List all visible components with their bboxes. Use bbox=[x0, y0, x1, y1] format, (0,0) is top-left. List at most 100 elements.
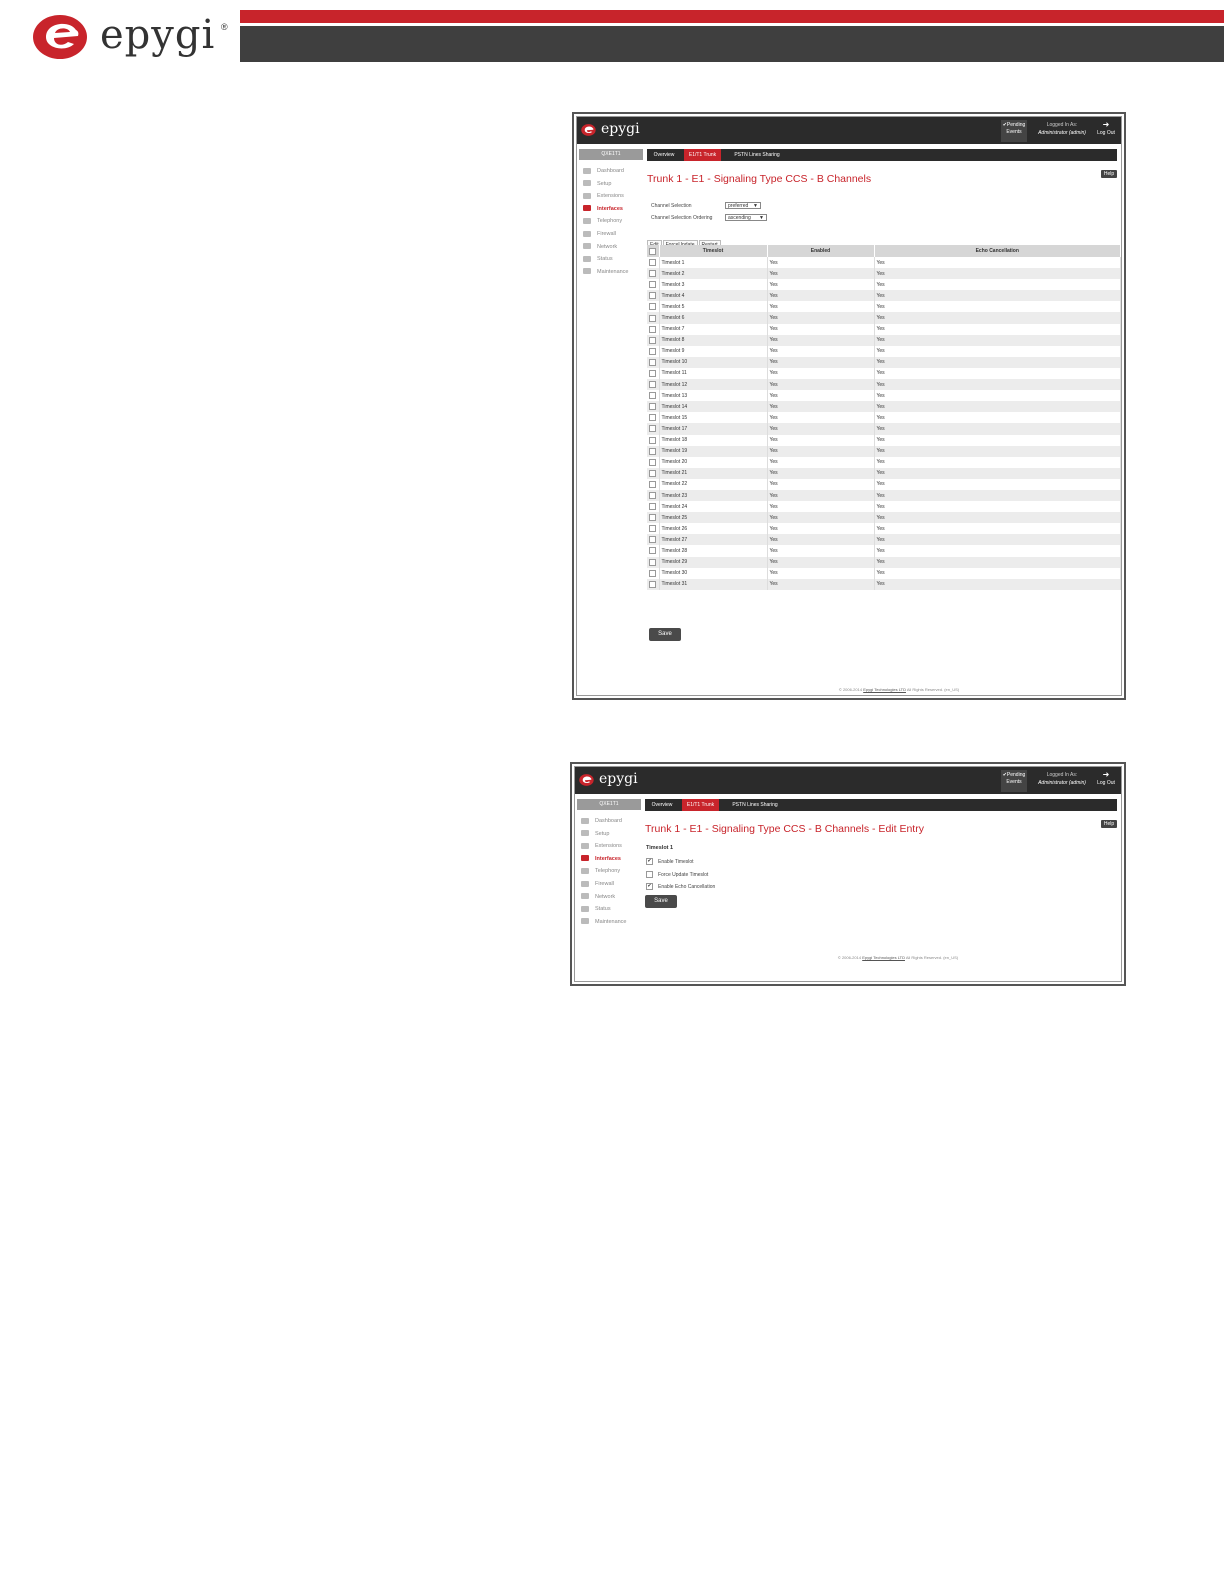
tab-pstn-lines-sharing[interactable]: PSTN Lines Sharing bbox=[725, 799, 785, 811]
help-button[interactable]: Help bbox=[1101, 170, 1117, 178]
sidebar-item-telephony[interactable]: Telephony bbox=[581, 865, 643, 878]
row-checkbox[interactable] bbox=[649, 325, 656, 333]
table-row[interactable]: Timeslot 28 Yes Yes bbox=[647, 545, 1121, 557]
sidebar-item-interfaces[interactable]: Interfaces bbox=[581, 853, 643, 866]
logout-button[interactable]: ➜ Log Out bbox=[1094, 120, 1118, 137]
table-row[interactable]: Timeslot 24 Yes Yes bbox=[647, 501, 1121, 513]
table-row[interactable]: Timeslot 23 Yes Yes bbox=[647, 489, 1121, 502]
row-checkbox[interactable] bbox=[649, 414, 656, 422]
enable-timeslot-checkbox[interactable]: ✔ bbox=[646, 858, 653, 865]
table-row[interactable]: Timeslot 15 Yes Yes bbox=[647, 412, 1121, 424]
table-row[interactable]: Timeslot 4 Yes Yes bbox=[647, 290, 1121, 302]
sidebar-item-extensions[interactable]: Extensions bbox=[583, 190, 645, 203]
sidebar-item-interfaces[interactable]: Interfaces bbox=[583, 203, 645, 216]
column-header-enabled[interactable]: Enabled bbox=[767, 245, 875, 257]
pending-events-button[interactable]: ✔Pending Events bbox=[1001, 120, 1027, 142]
select-all-checkbox[interactable] bbox=[649, 247, 657, 255]
row-checkbox[interactable] bbox=[649, 469, 656, 477]
row-checkbox[interactable] bbox=[649, 436, 656, 444]
tab-overview[interactable]: Overview bbox=[647, 799, 677, 811]
sidebar-item-setup[interactable]: Setup bbox=[581, 828, 643, 841]
logout-button[interactable]: ➜ Log Out bbox=[1094, 770, 1118, 787]
table-row[interactable]: Timeslot 3 Yes Yes bbox=[647, 279, 1121, 291]
row-checkbox[interactable] bbox=[649, 492, 656, 500]
sidebar-item-dashboard[interactable]: Dashboard bbox=[581, 815, 643, 828]
table-row[interactable]: Timeslot 12 Yes Yes bbox=[647, 379, 1121, 391]
column-header-echo-cancellation[interactable]: Echo Cancellation bbox=[874, 245, 1121, 257]
pending-events-button[interactable]: ✔Pending Events bbox=[1001, 770, 1027, 792]
table-row[interactable]: Timeslot 5 Yes Yes bbox=[647, 301, 1121, 313]
channel-selection-select[interactable]: preferred ▼ bbox=[725, 202, 761, 209]
sidebar-item-status[interactable]: Status bbox=[581, 903, 643, 916]
table-row[interactable]: Timeslot 22 Yes Yes bbox=[647, 478, 1121, 490]
force-update-timeslot-checkbox[interactable] bbox=[646, 871, 653, 878]
tab-pstn-lines-sharing[interactable]: PSTN Lines Sharing bbox=[727, 149, 787, 161]
sidebar-item-dashboard[interactable]: Dashboard bbox=[583, 165, 645, 178]
enable-timeslot-option[interactable]: ✔ Enable Timeslot bbox=[646, 858, 694, 865]
enable-echo-cancellation-checkbox[interactable]: ✔ bbox=[646, 883, 653, 890]
sidebar-item-maintenance[interactable]: Maintenance bbox=[581, 916, 643, 929]
table-row[interactable]: Timeslot 20 Yes Yes bbox=[647, 456, 1121, 468]
row-checkbox[interactable] bbox=[649, 403, 656, 411]
row-checkbox[interactable] bbox=[649, 558, 656, 566]
sidebar-item-telephony[interactable]: Telephony bbox=[583, 215, 645, 228]
column-header-timeslot[interactable]: Timeslot bbox=[659, 245, 768, 257]
help-button[interactable]: Help bbox=[1101, 820, 1117, 828]
table-row[interactable]: Timeslot 25 Yes Yes bbox=[647, 512, 1121, 524]
tab-e1t1-trunk[interactable]: E1/T1 Trunk bbox=[684, 149, 721, 161]
row-checkbox[interactable] bbox=[649, 358, 656, 366]
row-checkbox[interactable] bbox=[649, 292, 656, 300]
channel-ordering-select[interactable]: ascending ▼ bbox=[725, 214, 767, 221]
row-checkbox[interactable] bbox=[649, 392, 656, 400]
table-row[interactable]: Timeslot 14 Yes Yes bbox=[647, 401, 1121, 413]
table-row[interactable]: Timeslot 9 Yes Yes bbox=[647, 345, 1121, 357]
sidebar-item-setup[interactable]: Setup bbox=[583, 178, 645, 191]
save-button[interactable]: Save bbox=[645, 895, 677, 908]
enable-echo-cancellation-option[interactable]: ✔ Enable Echo Cancellation bbox=[646, 883, 715, 890]
sidebar-item-status[interactable]: Status bbox=[583, 253, 645, 266]
row-checkbox[interactable] bbox=[649, 514, 656, 522]
table-row[interactable]: Timeslot 26 Yes Yes bbox=[647, 523, 1121, 535]
row-checkbox[interactable] bbox=[649, 347, 656, 355]
table-row[interactable]: Timeslot 8 Yes Yes bbox=[647, 334, 1121, 346]
row-checkbox[interactable] bbox=[649, 270, 656, 278]
save-button[interactable]: Save bbox=[649, 628, 681, 641]
table-row[interactable]: Timeslot 2 Yes Yes bbox=[647, 268, 1121, 280]
footer-link[interactable]: Epygi Technologies LTD bbox=[862, 955, 905, 960]
table-row[interactable]: Timeslot 30 Yes Yes bbox=[647, 567, 1121, 579]
row-checkbox[interactable] bbox=[649, 314, 656, 322]
select-all-header[interactable] bbox=[647, 245, 660, 257]
row-checkbox[interactable] bbox=[649, 381, 656, 389]
sidebar-item-firewall[interactable]: Firewall bbox=[581, 878, 643, 891]
sidebar-item-extensions[interactable]: Extensions bbox=[581, 840, 643, 853]
force-update-timeslot-option[interactable]: Force Update Timeslot bbox=[646, 871, 708, 878]
row-checkbox[interactable] bbox=[649, 447, 656, 455]
table-row[interactable]: Timeslot 7 Yes Yes bbox=[647, 323, 1121, 335]
row-checkbox[interactable] bbox=[649, 480, 656, 488]
footer-link[interactable]: Epygi Technologies LTD bbox=[863, 687, 906, 692]
table-row[interactable]: Timeslot 1 Yes Yes bbox=[647, 257, 1121, 269]
table-row[interactable]: Timeslot 6 Yes Yes bbox=[647, 312, 1121, 324]
sidebar-item-maintenance[interactable]: Maintenance bbox=[583, 266, 645, 279]
row-checkbox[interactable] bbox=[649, 369, 656, 377]
table-row[interactable]: Timeslot 27 Yes Yes bbox=[647, 534, 1121, 546]
row-checkbox[interactable] bbox=[649, 281, 656, 289]
tab-overview[interactable]: Overview bbox=[649, 149, 679, 161]
table-row[interactable]: Timeslot 10 Yes Yes bbox=[647, 356, 1121, 368]
table-row[interactable]: Timeslot 19 Yes Yes bbox=[647, 445, 1121, 457]
table-row[interactable]: Timeslot 29 Yes Yes bbox=[647, 556, 1121, 568]
sidebar-item-network[interactable]: Network bbox=[583, 241, 645, 254]
table-row[interactable]: Timeslot 13 Yes Yes bbox=[647, 390, 1121, 402]
table-row[interactable]: Timeslot 17 Yes Yes bbox=[647, 423, 1121, 435]
table-row[interactable]: Timeslot 18 Yes Yes bbox=[647, 434, 1121, 446]
row-checkbox[interactable] bbox=[649, 569, 656, 577]
row-checkbox[interactable] bbox=[649, 525, 656, 533]
row-checkbox[interactable] bbox=[649, 425, 656, 433]
row-checkbox[interactable] bbox=[649, 336, 656, 344]
table-row[interactable]: Timeslot 31 Yes Yes bbox=[647, 578, 1121, 590]
row-checkbox[interactable] bbox=[649, 303, 656, 311]
row-checkbox[interactable] bbox=[649, 536, 656, 544]
row-checkbox[interactable] bbox=[649, 547, 656, 555]
row-checkbox[interactable] bbox=[649, 580, 656, 588]
row-checkbox[interactable] bbox=[649, 259, 656, 267]
